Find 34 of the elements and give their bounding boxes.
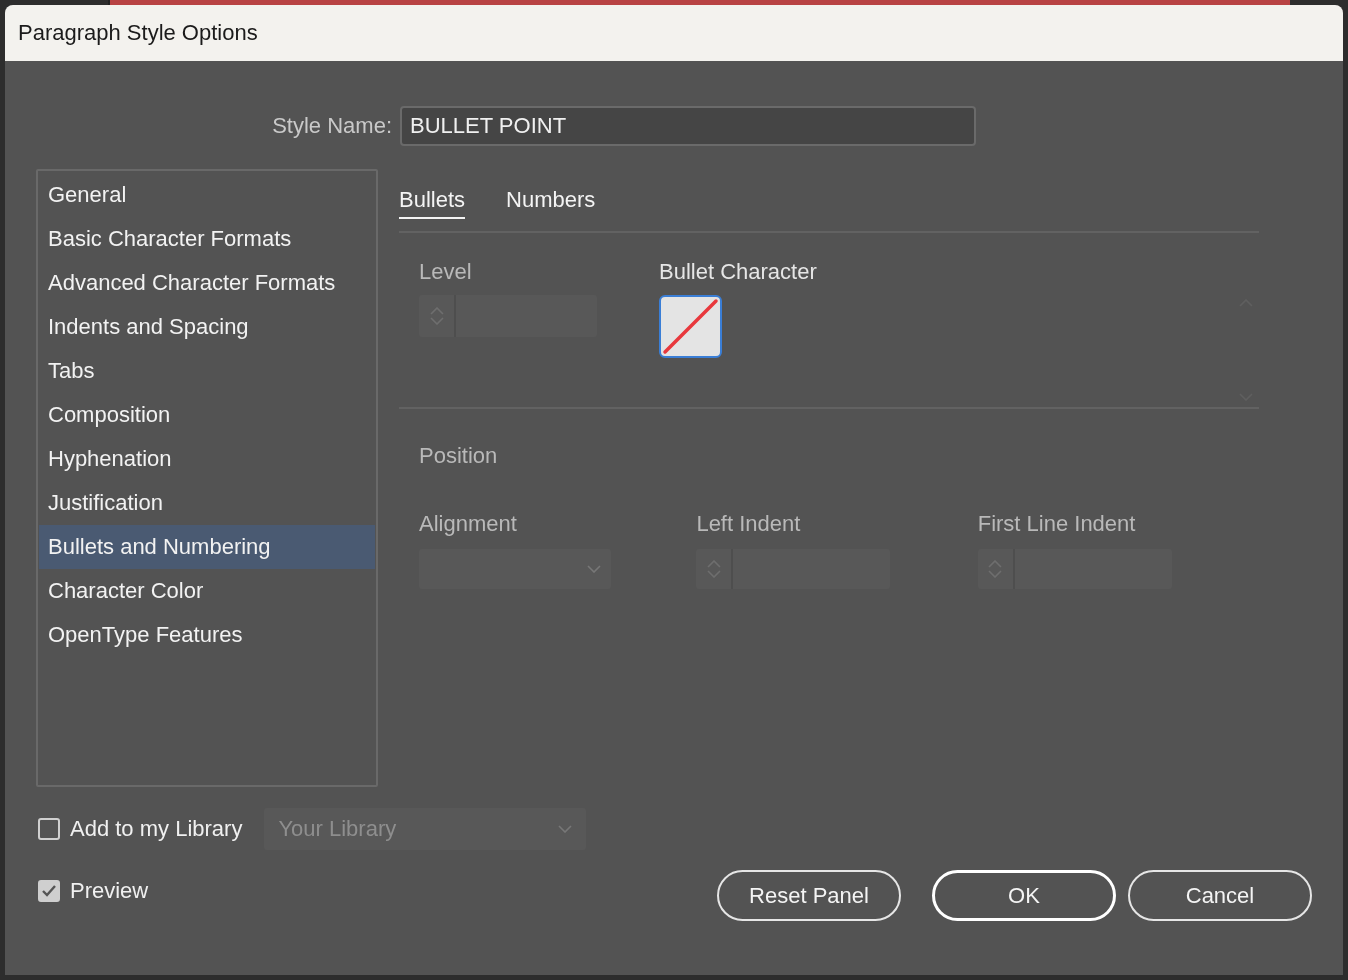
tab[interactable]: Numbers [506, 183, 596, 219]
level-label: Level [419, 259, 473, 285]
dialog-button[interactable]: Cancel [1128, 870, 1312, 921]
sidebar-item[interactable]: General [39, 173, 375, 217]
dialog-button[interactable]: OK [932, 870, 1116, 921]
field-label: Alignment [419, 511, 518, 537]
style-name-field[interactable]: BULLET POINT [400, 106, 976, 146]
style-name-label: Style Name: [271, 113, 392, 139]
tab[interactable]: Bullets [399, 183, 466, 219]
bullet-swatch[interactable] [659, 295, 722, 358]
bullet-character-label: Bullet Character [659, 259, 818, 285]
checkbox-label: Add to my Library [70, 816, 243, 842]
down-icon [558, 825, 573, 833]
window-title: Paragraph Style Options [18, 20, 258, 46]
check-icon [42, 885, 56, 897]
sidebar-item[interactable]: Hyphenation [39, 437, 375, 481]
sidebar-item[interactable]: Bullets and Numbering [39, 525, 375, 569]
sidebar-item[interactable]: Tabs [39, 349, 375, 393]
dialog-button[interactable]: Reset Panel [717, 870, 901, 921]
sidebar-item[interactable]: Basic Character Formats [39, 217, 375, 261]
down-icon [587, 565, 601, 573]
checkbox[interactable] [38, 880, 60, 902]
none-icon [661, 297, 720, 356]
sidebar-item[interactable]: Character Color [39, 569, 375, 613]
sidebar-item[interactable]: Justification [39, 481, 375, 525]
sidebar-item[interactable]: Advanced Character Formats [39, 261, 375, 305]
field-label: Left Indent [696, 511, 802, 537]
field-label: First Line Indent [977, 511, 1137, 537]
sidebar-item[interactable]: Composition [39, 393, 375, 437]
sidebar-item[interactable]: Indents and Spacing [39, 305, 375, 349]
position-heading: Position [419, 443, 499, 469]
checkbox-label: Preview [70, 878, 149, 904]
level-stepper[interactable] [419, 295, 597, 337]
sidebar-item[interactable]: OpenType Features [39, 613, 375, 657]
